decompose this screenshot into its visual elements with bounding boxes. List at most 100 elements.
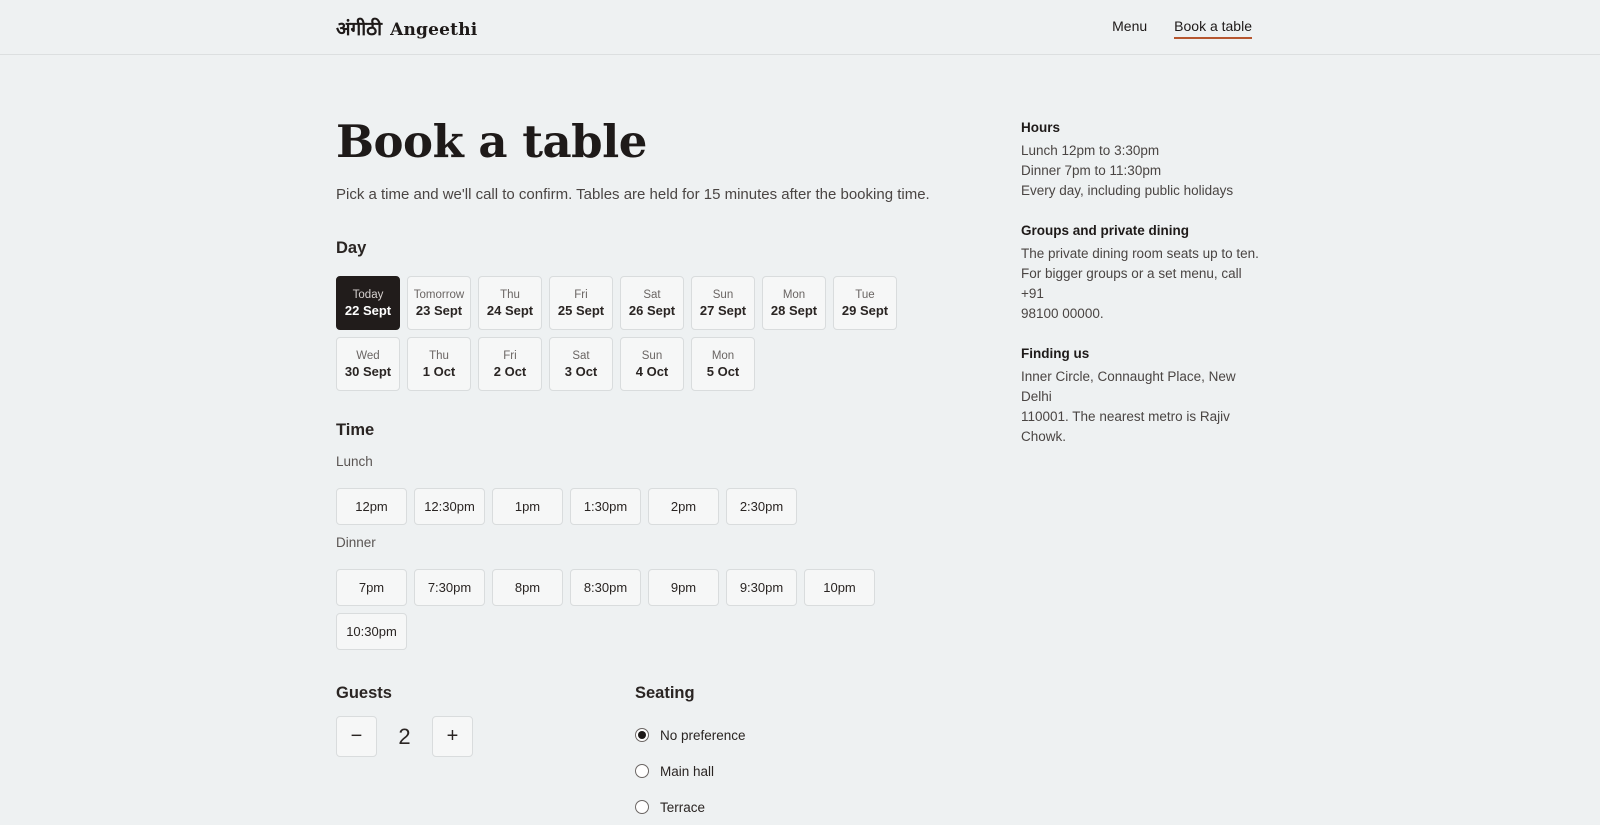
day-date: 2 Oct [493, 363, 527, 379]
day-option[interactable]: Thu 24 Sept [478, 276, 542, 330]
time-slot[interactable]: 10pm [804, 569, 875, 606]
time-slot[interactable]: 8pm [492, 569, 563, 606]
time-slot[interactable]: 10:30pm [336, 613, 407, 650]
seating-option[interactable]: No preference [635, 717, 746, 753]
day-option[interactable]: Sat 26 Sept [620, 276, 684, 330]
nav-book-link[interactable]: Book a table [1174, 18, 1252, 39]
day-weekday: Thu [429, 349, 449, 362]
seating-label: Seating [635, 684, 695, 702]
hours-line: Lunch 12pm to 3:30pm [1021, 143, 1160, 158]
groups-line: The private dining room seats up to ten. [1021, 246, 1259, 261]
finding-title: Finding us [1021, 346, 1090, 361]
hours-line: Dinner 7pm to 11:30pm [1021, 163, 1162, 178]
time-slot[interactable]: 9:30pm [726, 569, 797, 606]
day-date: 24 Sept [486, 302, 534, 318]
time-slot[interactable]: 7pm [336, 569, 407, 606]
day-weekday: Thu [500, 288, 520, 301]
guests-stepper: − 2 + [336, 716, 473, 757]
day-date: 30 Sept [344, 363, 392, 379]
day-date: 23 Sept [415, 302, 463, 318]
day-option[interactable]: Sun 4 Oct [620, 337, 684, 391]
radio-icon[interactable] [635, 764, 649, 778]
time-slot[interactable]: 8:30pm [570, 569, 641, 606]
time-slot[interactable]: 1:30pm [570, 488, 641, 525]
dinner-label: Dinner [336, 535, 376, 550]
page-title: Book a table [336, 115, 647, 168]
day-option[interactable]: Fri 2 Oct [478, 337, 542, 391]
day-weekday: Sat [643, 288, 661, 301]
finding-line: 110001. The nearest metro is Rajiv Chowk… [1021, 409, 1230, 444]
finding-block: Finding us Inner Circle, Connaught Place… [1021, 346, 1266, 447]
day-date: 29 Sept [841, 302, 889, 318]
guests-value: 2 [398, 723, 411, 749]
day-option[interactable]: Thu 1 Oct [407, 337, 471, 391]
day-date: 1 Oct [422, 363, 456, 379]
day-date: 25 Sept [557, 302, 605, 318]
nav-menu-link[interactable]: Menu [1112, 18, 1147, 39]
day-weekday: Sun [712, 288, 734, 301]
day-weekday: Sat [572, 349, 590, 362]
seating-option[interactable]: Main hall [635, 753, 746, 789]
brand-logo[interactable]: अंगीठी Angeethi [336, 15, 477, 41]
time-slot[interactable]: 2pm [648, 488, 719, 525]
day-option[interactable]: Today 22 Sept [336, 276, 400, 330]
day-option[interactable]: Sat 3 Oct [549, 337, 613, 391]
decrease-guests-button[interactable]: − [336, 716, 377, 757]
hours-block: Hours Lunch 12pm to 3:30pm Dinner 7pm to… [1021, 120, 1266, 201]
day-date: 22 Sept [344, 302, 392, 318]
groups-block: Groups and private dining The private di… [1021, 223, 1266, 324]
time-label: Time [336, 421, 375, 439]
time-slot[interactable]: 1pm [492, 488, 563, 525]
day-option[interactable]: Mon 28 Sept [762, 276, 826, 330]
time-slot[interactable]: 12:30pm [414, 488, 485, 525]
groups-line: 98100 00000. [1021, 306, 1104, 321]
hours-title: Hours [1021, 120, 1061, 135]
groups-title: Groups and private dining [1021, 223, 1190, 238]
day-option[interactable]: Wed 30 Sept [336, 337, 400, 391]
guests-label: Guests [336, 684, 392, 702]
day-weekday: Mon [711, 349, 735, 362]
hours-line: Every day, including public holidays [1021, 183, 1234, 198]
day-weekday: Sun [641, 349, 663, 362]
day-weekday: Wed [356, 349, 380, 362]
day-date: 28 Sept [770, 302, 818, 318]
main-nav: Menu Book a table [1112, 18, 1252, 39]
day-date: 27 Sept [699, 302, 747, 318]
brand-name: Angeethi [390, 20, 478, 40]
day-option[interactable]: Mon 5 Oct [691, 337, 755, 391]
day-weekday: Fri [574, 288, 588, 301]
seating-option[interactable]: Terrace [635, 789, 746, 825]
groups-line: For bigger groups or a set menu, call +9… [1021, 266, 1242, 301]
increase-guests-button[interactable]: + [432, 716, 473, 757]
seating-option-label: Main hall [660, 763, 715, 779]
top-bar: अंगीठी Angeethi Menu Book a table [0, 0, 1600, 55]
time-slot[interactable]: 9pm [648, 569, 719, 606]
day-weekday: Tue [855, 288, 875, 301]
page-lede: Pick a time and we'll call to confirm. T… [336, 186, 930, 203]
seating-option-label: Terrace [660, 799, 706, 815]
day-label: Day [336, 239, 367, 257]
time-slot[interactable]: 7:30pm [414, 569, 485, 606]
radio-selected-icon[interactable] [635, 728, 649, 742]
day-option[interactable]: Fri 25 Sept [549, 276, 613, 330]
day-date: 4 Oct [635, 363, 669, 379]
dinner-slots: 7pm 7:30pm 8pm 8:30pm 9pm 9:30pm 10pm 10… [336, 569, 896, 650]
day-option[interactable]: Tomorrow 23 Sept [407, 276, 471, 330]
time-slot[interactable]: 12pm [336, 488, 407, 525]
day-date: 3 Oct [564, 363, 598, 379]
day-weekday: Fri [503, 349, 517, 362]
brand-hindi: अंगीठी [336, 18, 383, 40]
day-picker: Today 22 Sept Tomorrow 23 Sept Thu 24 Sept … [336, 276, 916, 391]
day-option[interactable]: Tue 29 Sept [833, 276, 897, 330]
time-slot[interactable]: 2:30pm [726, 488, 797, 525]
lunch-label: Lunch [336, 454, 373, 469]
seating-options: No preference Main hall Terrace [635, 717, 746, 825]
finding-line: Inner Circle, Connaught Place, New Delhi [1021, 369, 1236, 404]
day-date: 5 Oct [706, 363, 740, 379]
lunch-slots: 12pm 12:30pm 1pm 1:30pm 2pm 2:30pm [336, 488, 896, 525]
day-weekday: Tomorrow [413, 288, 465, 301]
seating-option-label: No preference [660, 727, 746, 743]
info-sidebar: Hours Lunch 12pm to 3:30pm Dinner 7pm to… [1021, 120, 1266, 469]
day-option[interactable]: Sun 27 Sept [691, 276, 755, 330]
day-date: 26 Sept [628, 302, 676, 318]
